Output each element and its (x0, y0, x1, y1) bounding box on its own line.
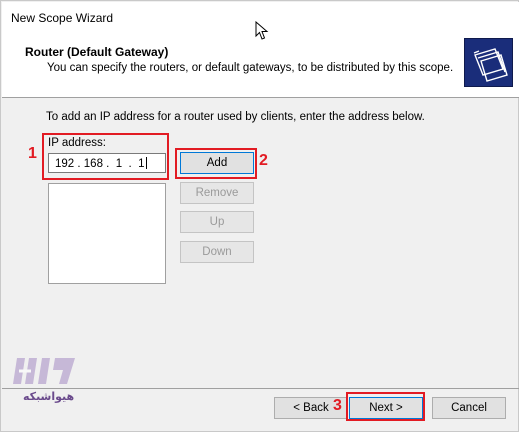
router-list[interactable] (48, 183, 166, 284)
next-button[interactable]: Next > (349, 397, 423, 419)
wizard-window: New Scope Wizard Router (Default Gateway… (0, 0, 519, 432)
annotation-marker-2: 2 (259, 152, 268, 169)
annotation-marker-1: 1 (28, 145, 37, 162)
wizard-body: To add an IP address for a router used b… (2, 98, 519, 388)
page-title: Router (Default Gateway) (25, 45, 169, 59)
add-button[interactable]: Add (180, 152, 254, 174)
remove-button[interactable]: Remove (180, 182, 254, 204)
footer-divider (2, 388, 519, 389)
page-subtitle: You can specify the routers, or default … (47, 62, 454, 74)
instruction-text: To add an IP address for a router used b… (46, 111, 425, 123)
wizard-header: Router (Default Gateway) You can specify… (2, 32, 519, 98)
folders-icon (464, 38, 513, 87)
mouse-pointer-icon (255, 20, 269, 41)
down-button[interactable]: Down (180, 241, 254, 263)
watermark-text: هیواشبکه (23, 391, 75, 403)
window-title: New Scope Wizard (11, 11, 114, 25)
up-button[interactable]: Up (180, 211, 254, 233)
text-caret (145, 157, 147, 169)
ip-address-label: IP address: (48, 137, 106, 149)
ip-address-value: 192 . 168 . 1 . 1 (55, 158, 145, 170)
annotation-marker-3: 3 (333, 397, 342, 414)
ip-address-input[interactable]: 192 . 168 . 1 . 1 (48, 153, 166, 173)
cancel-button[interactable]: Cancel (432, 397, 506, 419)
